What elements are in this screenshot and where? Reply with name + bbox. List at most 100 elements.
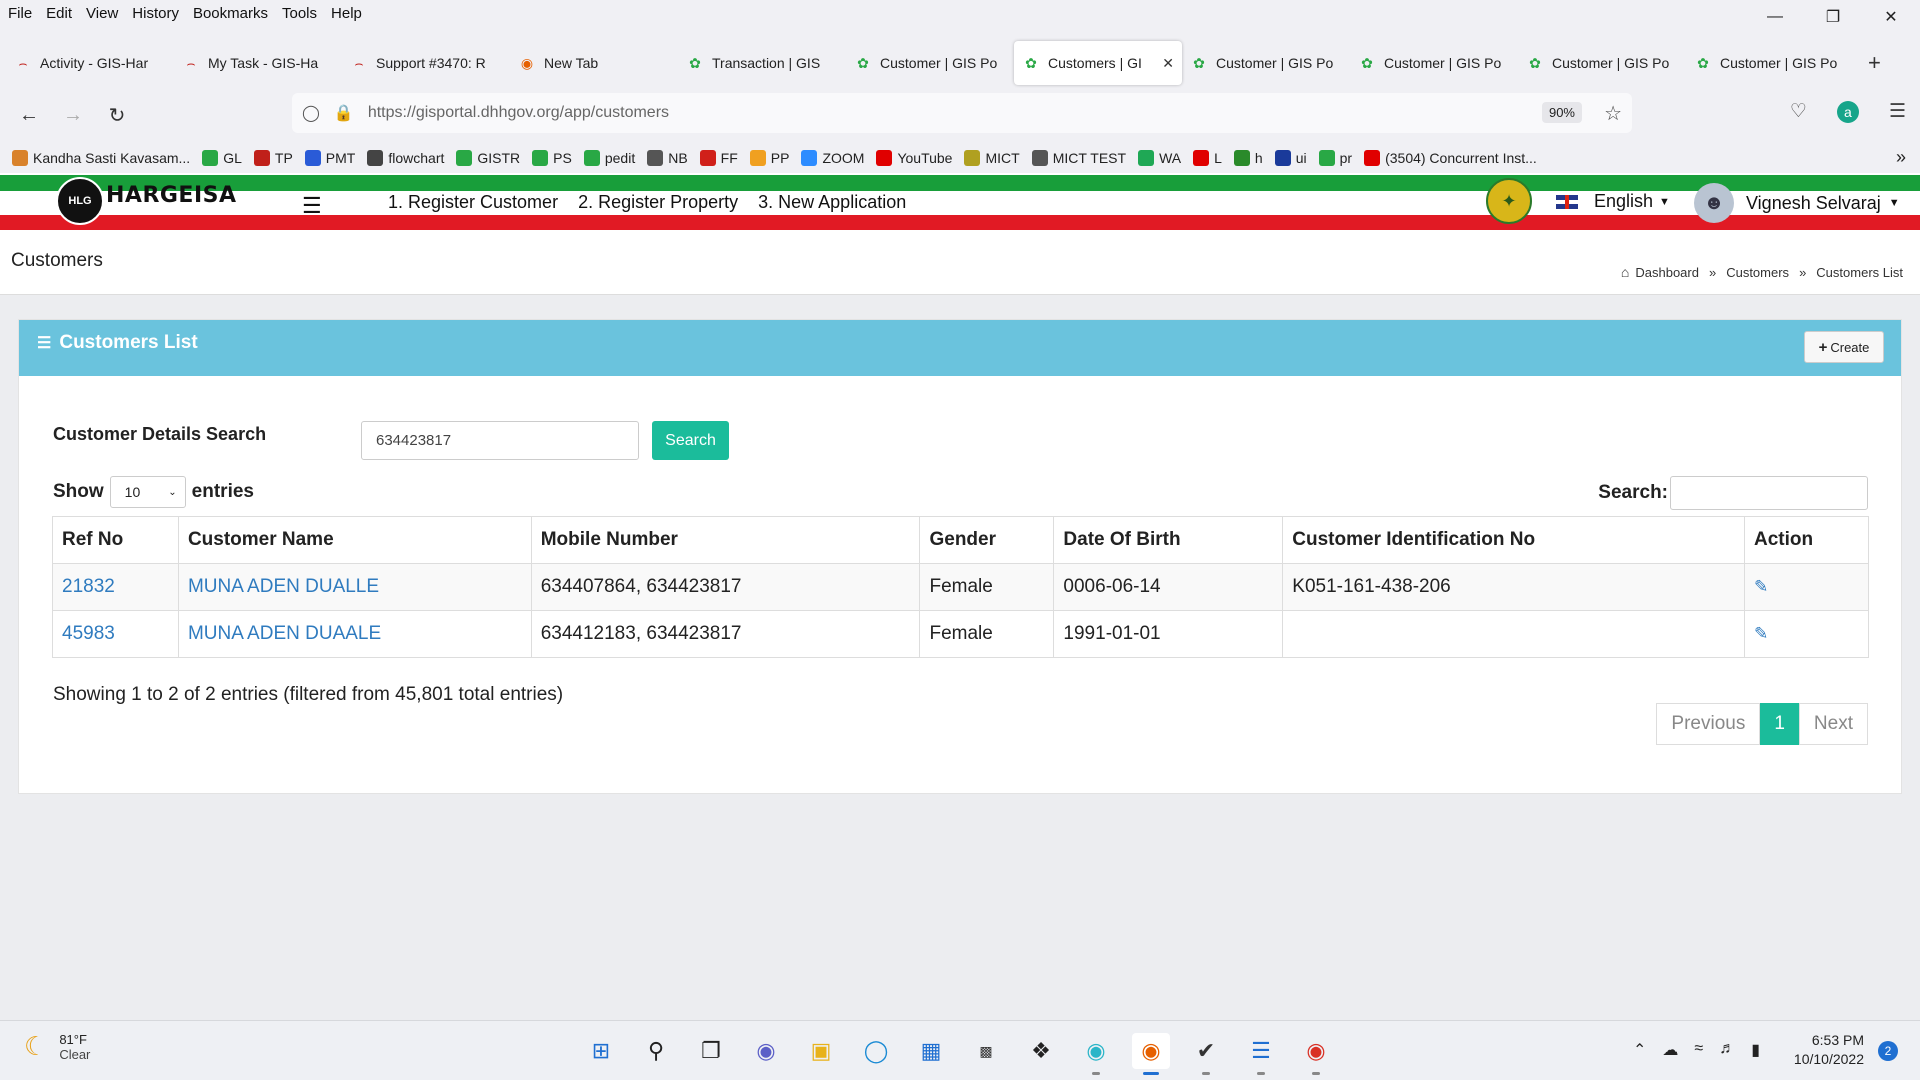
page-button-current[interactable]: 1 — [1760, 703, 1799, 745]
language-dropdown[interactable]: English ▼ — [1556, 191, 1670, 212]
task-view-icon[interactable]: ❐ — [692, 1033, 730, 1069]
ref-link[interactable]: 21832 — [62, 576, 115, 597]
new-tab-icon[interactable]: + — [1868, 50, 1881, 76]
breadcrumb-customers[interactable]: Customers — [1726, 265, 1789, 280]
browser-tab[interactable]: ✿ Customer | GIS Po — [846, 42, 1014, 84]
col-date-of-birth[interactable]: Date Of Birth — [1053, 516, 1284, 564]
bookmark-item[interactable]: (3504) Concurrent Inst... — [1364, 150, 1537, 166]
browser-tab[interactable]: ✿ Customer | GIS Po — [1686, 42, 1854, 84]
zoom-level[interactable]: 90% — [1541, 102, 1582, 123]
close-tab-icon[interactable]: ✕ — [1162, 55, 1174, 72]
search-icon[interactable]: ⚲ — [637, 1033, 675, 1069]
store-icon[interactable]: ▦ — [912, 1033, 950, 1069]
bookmark-item[interactable]: h — [1233, 150, 1263, 166]
bookmark-item[interactable]: TP — [253, 150, 293, 166]
file-explorer-icon[interactable]: ▣ — [802, 1033, 840, 1069]
edge-icon[interactable]: ◯ — [857, 1033, 895, 1069]
browser-tab[interactable]: ✿ Customer | GIS Po — [1518, 42, 1686, 84]
nav-new-application[interactable]: 3. New Application — [758, 192, 906, 213]
forward-icon[interactable]: → — [58, 100, 88, 130]
back-icon[interactable]: ← — [14, 100, 44, 130]
browser-tab[interactable]: ⌢ Support #3470: R — [342, 42, 510, 84]
hamburger-icon[interactable]: ☰ — [302, 193, 322, 219]
reload-icon[interactable]: ↻ — [102, 100, 132, 130]
logo[interactable]: HLG HARGEISA LOCAL GOVERNMENT — [56, 177, 237, 225]
menu-edit[interactable]: Edit — [46, 5, 72, 22]
create-button[interactable]: + Create — [1804, 331, 1884, 363]
close-window-icon[interactable]: ✕ — [1862, 0, 1920, 34]
bookmark-item[interactable]: L — [1193, 150, 1222, 166]
chat-app-icon[interactable]: ◉ — [1077, 1033, 1115, 1075]
menu-file[interactable]: File — [8, 5, 32, 22]
bookmark-item[interactable]: PS — [532, 150, 572, 166]
weather-widget[interactable]: ☾ 81°F Clear — [24, 1031, 90, 1062]
bookmark-item[interactable]: ZOOM — [801, 150, 864, 166]
wifi-icon[interactable]: ≈ — [1694, 1040, 1703, 1060]
next-button[interactable]: Next — [1798, 703, 1868, 745]
user-menu[interactable]: ☻ Vignesh Selvaraj ▼ — [1694, 183, 1900, 223]
clock[interactable]: 6:53 PM 10/10/2022 — [1794, 1031, 1864, 1069]
bookmark-item[interactable]: MICT — [964, 150, 1020, 166]
menu-help[interactable]: Help — [331, 5, 362, 22]
col-action[interactable]: Action — [1743, 516, 1870, 564]
browser-tab[interactable]: ⌢ Activity - GIS-Har — [6, 42, 174, 84]
chrome-icon[interactable]: ◉ — [1297, 1033, 1335, 1075]
bookmark-item[interactable]: FF — [699, 150, 738, 166]
edit-icon[interactable]: ✎ — [1754, 577, 1768, 596]
browser-tab[interactable]: ✿ Customers | GI ✕ — [1014, 41, 1182, 85]
bookmark-item[interactable]: pedit — [583, 150, 635, 166]
bookmark-item[interactable]: MICT TEST — [1031, 150, 1126, 166]
menu-tools[interactable]: Tools — [282, 5, 317, 22]
browser-tab[interactable]: ✿ Customer | GIS Po — [1182, 42, 1350, 84]
restore-icon[interactable]: ❐ — [1804, 0, 1862, 34]
browser-tab[interactable]: ✿ Transaction | GIS — [678, 42, 846, 84]
chevron-up-icon[interactable]: ⌃ — [1633, 1040, 1646, 1060]
shield-icon[interactable]: ◯ — [302, 103, 320, 123]
menu-history[interactable]: History — [132, 5, 179, 22]
account-icon[interactable]: a — [1836, 100, 1859, 123]
menu-bookmarks[interactable]: Bookmarks — [193, 5, 268, 22]
more-bookmarks-icon[interactable]: » — [1896, 147, 1906, 168]
cloud-icon[interactable]: ☁ — [1662, 1040, 1678, 1060]
entries-select[interactable]: 10 ⌄ — [109, 476, 186, 508]
bookmark-item[interactable]: Kandha Sasti Kavasam... — [12, 150, 190, 166]
bookmark-item[interactable]: GISTR — [456, 150, 520, 166]
bookmark-item[interactable]: ui — [1274, 150, 1307, 166]
col-mobile-number[interactable]: Mobile Number — [530, 516, 921, 564]
pocket-icon[interactable]: ♡ — [1790, 100, 1807, 123]
firefox-taskbar-icon[interactable]: ◉ — [1132, 1033, 1170, 1075]
url-text[interactable]: https://gisportal.dhhgov.org/app/custome… — [368, 104, 669, 122]
address-bar[interactable]: ◯ 🔒 https://gisportal.dhhgov.org/app/cus… — [292, 93, 1632, 133]
nav-register-property[interactable]: 2. Register Property — [578, 192, 738, 213]
lock-icon[interactable]: 🔒 — [334, 103, 354, 123]
col-customer-name[interactable]: Customer Name — [177, 516, 532, 564]
col-customer-id-no[interactable]: Customer Identification No — [1282, 516, 1745, 564]
bookmark-star-icon[interactable]: ☆ — [1604, 101, 1622, 126]
bookmark-item[interactable]: GL — [202, 150, 242, 166]
amazon-icon[interactable]: ▩ — [967, 1033, 1005, 1069]
customer-name-link[interactable]: MUNA ADEN DUALLE — [188, 576, 379, 597]
browser-tab[interactable]: ✿ Customer | GIS Po — [1350, 42, 1518, 84]
battery-icon[interactable]: ▮ — [1751, 1040, 1760, 1060]
search-button[interactable]: Search — [652, 421, 729, 460]
todo-icon[interactable]: ✔ — [1187, 1033, 1225, 1075]
browser-tab[interactable]: ◉ New Tab — [510, 42, 678, 84]
bookmark-item[interactable]: flowchart — [367, 150, 444, 166]
ref-link[interactable]: 45983 — [62, 623, 115, 644]
minimize-icon[interactable]: — — [1746, 0, 1804, 34]
edit-icon[interactable]: ✎ — [1754, 624, 1768, 643]
previous-button[interactable]: Previous — [1656, 703, 1761, 745]
menu-icon[interactable]: ☰ — [1889, 100, 1906, 123]
bookmark-item[interactable]: YouTube — [876, 150, 952, 166]
nav-register-customer[interactable]: 1. Register Customer — [388, 192, 558, 213]
menu-view[interactable]: View — [86, 5, 118, 22]
col-ref-no[interactable]: Ref No — [52, 516, 179, 564]
bookmark-item[interactable]: PMT — [304, 150, 355, 166]
dropbox-icon[interactable]: ❖ — [1022, 1033, 1060, 1069]
customer-search-input[interactable] — [361, 421, 639, 460]
col-gender[interactable]: Gender — [919, 516, 1055, 564]
breadcrumb-dashboard[interactable]: Dashboard — [1635, 265, 1699, 280]
bookmark-item[interactable]: PP — [749, 150, 789, 166]
bookmark-item[interactable]: NB — [647, 150, 688, 166]
bookmark-item[interactable]: WA — [1138, 150, 1181, 166]
